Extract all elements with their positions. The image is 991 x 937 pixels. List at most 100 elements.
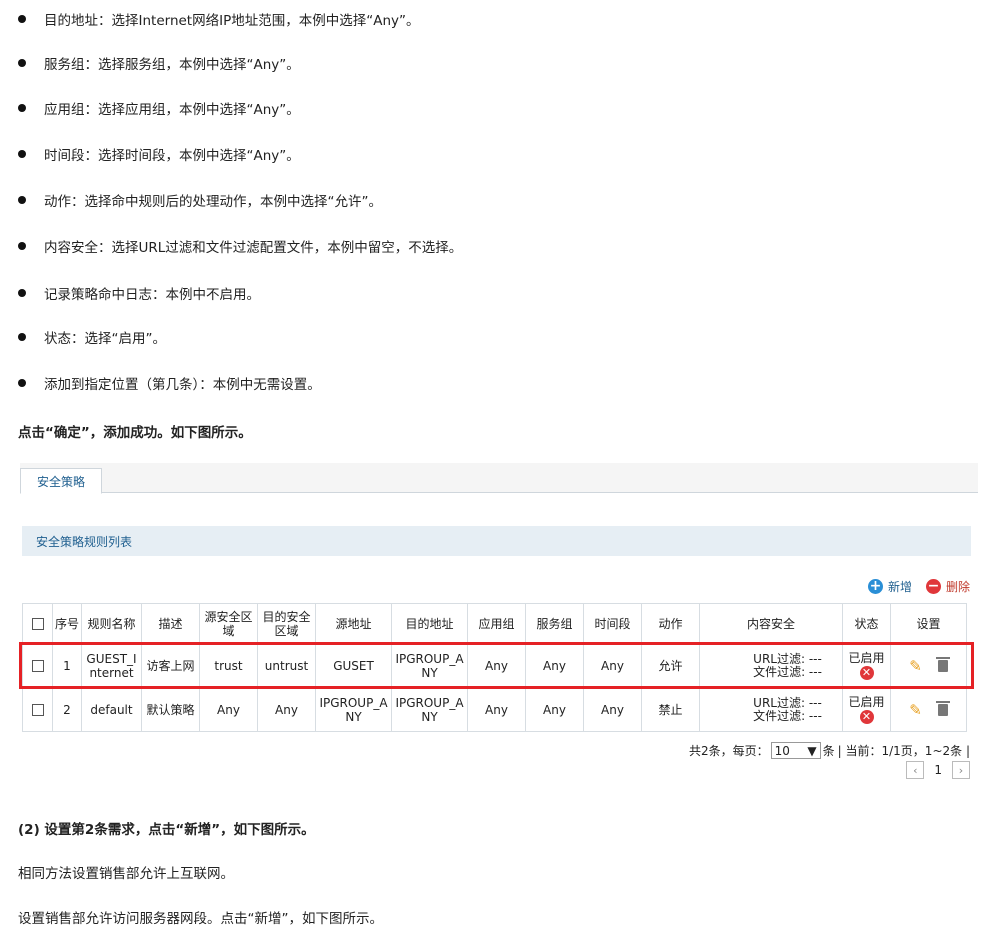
header-rule-name: 规则名称 <box>81 603 142 644</box>
delete-button[interactable]: − 删除 <box>925 578 970 595</box>
dropdown-arrow-icon: ▼ <box>807 743 817 758</box>
table-actions: + 新增 − 删除 <box>854 578 970 595</box>
bullet-text: 添加到指定位置（第几条）：本例中无需设置。 <box>44 377 321 393</box>
file-filter-text: 文件过滤: --- <box>753 664 822 679</box>
row-select-cell <box>22 687 53 732</box>
header-src-addr: 源地址 <box>315 603 392 644</box>
row-checkbox[interactable] <box>31 660 44 672</box>
bullet-item: 状态：选择“启用”。 <box>18 326 166 348</box>
cell-action: 禁止 <box>641 687 700 732</box>
header-status: 状态 <box>842 603 891 644</box>
pagination-summary: 共2条，每页： 10 ▼ 条 | 当前：1/1页，1~2条 | <box>689 742 970 759</box>
plus-icon: + <box>867 578 883 594</box>
rules-table: 序号 规则名称 描述 源安全区域 目的安全区域 源地址 目的地址 应用组 服务组… <box>22 603 967 732</box>
cell-src-addr: IPGROUP_ANY <box>315 687 392 732</box>
current-page-text: | 当前：1/1页，1~2条 | <box>837 744 970 758</box>
list-title: 安全策略规则列表 <box>36 534 133 549</box>
bullet-dot <box>18 289 26 297</box>
cell-status: 已启用 ✕ <box>842 643 891 688</box>
cell-rule-name: GUEST_Internet <box>81 643 142 688</box>
header-src-zone: 源安全区域 <box>199 603 258 644</box>
url-filter-text: URL过滤: --- <box>753 651 822 666</box>
bullet-dot <box>18 333 26 341</box>
cell-service-group: Any <box>525 687 584 732</box>
cell-dst-zone: Any <box>257 687 316 732</box>
cell-app-group: Any <box>467 643 526 688</box>
per-page-value: 10 <box>774 743 790 758</box>
header-time-range: 时间段 <box>583 603 642 644</box>
cell-service-group: Any <box>525 643 584 688</box>
edit-icon[interactable]: ✎ <box>909 702 922 717</box>
bullet-text: 时间段：选择时间段，本例中选择“Any”。 <box>44 148 300 164</box>
cell-index: 2 <box>52 687 82 732</box>
paragraph-same-method: 相同方法设置销售部允许上互联网。 <box>18 866 234 882</box>
edit-icon[interactable]: ✎ <box>909 658 922 673</box>
header-service-group: 服务组 <box>525 603 584 644</box>
tab-security-policy[interactable]: 安全策略 <box>20 468 102 494</box>
bullet-dot <box>18 150 26 158</box>
next-page-button[interactable]: › <box>952 761 970 779</box>
minus-icon: − <box>925 578 941 594</box>
header-app-group: 应用组 <box>467 603 526 644</box>
bullet-dot <box>18 196 26 204</box>
page-number[interactable]: 1 <box>934 763 942 777</box>
bullet-text: 内容安全：选择URL过滤和文件过滤配置文件，本例中留空，不选择。 <box>44 240 463 256</box>
cell-dst-addr: IPGROUP_ANY <box>391 687 468 732</box>
bullet-text: 动作：选择命中规则后的处理动作，本例中选择“允许”。 <box>44 194 382 210</box>
select-all-header <box>22 603 53 644</box>
cell-action: 允许 <box>641 643 700 688</box>
header-dst-addr: 目的地址 <box>391 603 468 644</box>
bullet-text: 目的地址：选择Internet网络IP地址范围，本例中选择“Any”。 <box>44 13 420 29</box>
bullet-item: 目的地址：选择Internet网络IP地址范围，本例中选择“Any”。 <box>18 8 420 30</box>
cell-src-zone: Any <box>199 687 258 732</box>
cell-status: 已启用 ✕ <box>842 687 891 732</box>
bullet-dot <box>18 379 26 387</box>
status-text: 已启用 <box>848 651 885 665</box>
prev-page-button[interactable]: ‹ <box>906 761 925 779</box>
cell-src-addr: GUSET <box>315 643 392 688</box>
disable-icon[interactable]: ✕ <box>859 666 874 680</box>
bullet-text: 服务组：选择服务组，本例中选择“Any”。 <box>44 57 300 73</box>
row-select-cell <box>22 643 53 688</box>
trash-icon[interactable] <box>935 700 950 716</box>
chevron-right-icon: › <box>958 763 964 777</box>
cell-src-zone: trust <box>199 643 258 688</box>
header-content-security: 内容安全 <box>699 603 843 644</box>
disable-icon[interactable]: ✕ <box>859 710 874 724</box>
cell-time-range: Any <box>583 643 642 688</box>
bullet-text: 记录策略命中日志：本例中不启用。 <box>44 287 260 303</box>
bullet-item: 服务组：选择服务组，本例中选择“Any”。 <box>18 52 300 74</box>
cell-dst-addr: IPGROUP_ANY <box>391 643 468 688</box>
confirm-text: 点击“确定”，添加成功。如下图所示。 <box>18 425 252 441</box>
list-title-bar: 安全策略规则列表 <box>22 526 971 556</box>
table-header-row: 序号 规则名称 描述 源安全区域 目的安全区域 源地址 目的地址 应用组 服务组… <box>22 603 967 644</box>
cell-description: 默认策略 <box>141 687 200 732</box>
bullet-item: 时间段：选择时间段，本例中选择“Any”。 <box>18 143 300 165</box>
bullet-item: 应用组：选择应用组，本例中选择“Any”。 <box>18 97 300 119</box>
select-all-checkbox[interactable] <box>31 618 44 630</box>
bullet-text: 应用组：选择应用组，本例中选择“Any”。 <box>44 102 300 118</box>
per-page-unit: 条 <box>822 744 835 758</box>
table-row: 1 GUEST_Internet 访客上网 trust untrust GUSE… <box>22 643 967 688</box>
paragraph-server: 设置销售部允许访问服务器网段。点击“新增”，如下图所示。 <box>18 911 383 927</box>
bullet-dot <box>18 104 26 112</box>
total-count-text: 共2条，每页： <box>688 744 769 758</box>
chevron-left-icon: ‹ <box>913 763 918 777</box>
cell-content-security: URL过滤: --- 文件过滤: --- <box>699 643 843 688</box>
bullet-dot <box>18 59 26 67</box>
header-description: 描述 <box>141 603 200 644</box>
trash-icon[interactable] <box>935 656 950 672</box>
per-page-select[interactable]: 10 ▼ <box>770 742 821 759</box>
bullet-item: 内容安全：选择URL过滤和文件过滤配置文件，本例中留空，不选择。 <box>18 235 462 257</box>
step2-title: (2) 设置第2条需求，点击“新增”，如下图所示。 <box>18 822 315 838</box>
row-checkbox[interactable] <box>31 704 44 716</box>
tab-bar: 安全策略 <box>20 463 978 494</box>
header-action: 动作 <box>641 603 700 644</box>
add-button[interactable]: + 新增 <box>867 578 912 595</box>
header-dst-zone: 目的安全区域 <box>257 603 316 644</box>
cell-time-range: Any <box>583 687 642 732</box>
cell-settings: ✎ <box>890 643 967 688</box>
header-index: 序号 <box>52 603 82 644</box>
add-label: 新增 <box>887 580 912 594</box>
bullet-dot <box>18 15 26 23</box>
